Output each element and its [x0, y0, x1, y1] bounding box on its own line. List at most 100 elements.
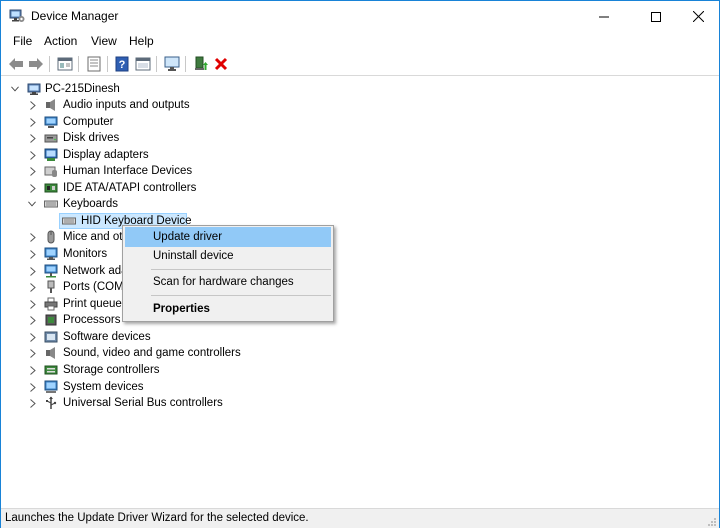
network-adapter-icon — [44, 264, 58, 278]
chevron-right-icon[interactable] — [29, 117, 37, 127]
status-bar: Launches the Update Driver Wizard for th… — [1, 508, 719, 528]
chevron-right-icon[interactable] — [29, 100, 37, 110]
display-adapter-icon — [44, 148, 58, 162]
printer-icon — [44, 297, 58, 311]
menu-separator — [151, 269, 331, 270]
tree-item-label: Human Interface Devices — [63, 165, 193, 177]
tree-item-label: Print queues — [63, 298, 128, 310]
toolbar-separator — [49, 56, 50, 72]
menu-item-properties[interactable]: Properties — [125, 299, 331, 319]
usb-icon — [44, 396, 58, 410]
chevron-right-icon[interactable] — [29, 299, 37, 309]
port-icon — [44, 280, 58, 294]
tree-item-label: Keyboards — [63, 198, 118, 210]
tree-item-label: Sound, video and game controllers — [63, 347, 241, 359]
chevron-right-icon[interactable] — [29, 315, 37, 325]
storage-controller-icon — [44, 363, 58, 377]
close-button[interactable] — [675, 1, 720, 32]
menu-action[interactable]: Action — [42, 34, 79, 48]
tree-item-label: Network ada — [63, 265, 128, 277]
computer-icon — [27, 82, 41, 96]
chevron-down-icon[interactable] — [11, 84, 19, 94]
chevron-right-icon[interactable] — [29, 150, 37, 160]
toolbar-separator — [156, 56, 157, 72]
tree-item-label: Storage controllers — [63, 364, 160, 376]
chevron-right-icon[interactable] — [29, 232, 37, 242]
tree-item-label: Disk drives — [63, 132, 120, 144]
maximize-icon — [651, 11, 661, 22]
toolbar-separator — [107, 56, 108, 72]
tree-item-label: Universal Serial Bus controllers — [63, 397, 223, 409]
status-text: Launches the Update Driver Wizard for th… — [5, 512, 309, 524]
tree-item-label: Computer — [63, 116, 114, 128]
tree-item-label: Processors — [63, 314, 121, 326]
tree-item-label: Software devices — [63, 331, 151, 343]
chevron-right-icon[interactable] — [29, 249, 37, 259]
ide-controller-icon — [44, 181, 58, 195]
software-device-icon — [44, 330, 58, 344]
tree-root-label: PC-215Dinesh — [45, 83, 120, 95]
chevron-right-icon[interactable] — [29, 332, 37, 342]
chevron-down-icon[interactable] — [28, 199, 36, 209]
computer-icon — [44, 115, 58, 129]
maximize-button[interactable] — [633, 1, 679, 32]
monitor-scan-icon[interactable] — [163, 55, 181, 73]
tree-item-label: Mice and ot — [63, 231, 123, 243]
forward-arrow-icon[interactable] — [27, 55, 45, 73]
disk-drive-icon — [44, 131, 58, 145]
action-view-icon[interactable] — [134, 55, 152, 73]
svg-text:?: ? — [119, 59, 126, 71]
back-arrow-icon[interactable] — [7, 55, 25, 73]
chevron-right-icon[interactable] — [29, 133, 37, 143]
tree-item-label: Audio inputs and outputs — [63, 99, 190, 111]
chevron-right-icon[interactable] — [29, 266, 37, 276]
chevron-right-icon[interactable] — [29, 166, 37, 176]
close-icon — [692, 11, 704, 22]
menu-separator — [151, 295, 331, 296]
menu-bar: File Action View Help — [1, 32, 719, 52]
toolbar-separator — [185, 56, 186, 72]
window-title: Device Manager — [31, 9, 119, 23]
menu-item-scan-hardware[interactable]: Scan for hardware changes — [125, 272, 331, 292]
speaker-icon — [44, 98, 58, 112]
chevron-right-icon[interactable] — [29, 382, 37, 392]
toolbar-separator — [78, 56, 79, 72]
tree-item-label: Monitors — [63, 248, 108, 260]
device-tree: PC-215Dinesh Audio inputs and outputs Co… — [2, 77, 718, 505]
chevron-right-icon[interactable] — [29, 398, 37, 408]
tree-item-label: Ports (COM — [63, 281, 124, 293]
chevron-right-icon[interactable] — [29, 348, 37, 358]
keyboard-icon — [62, 214, 76, 228]
processor-icon — [44, 313, 58, 327]
chevron-right-icon[interactable] — [29, 282, 37, 292]
menu-item-uninstall-device[interactable]: Uninstall device — [125, 246, 331, 266]
mouse-icon — [44, 230, 58, 244]
context-menu: Update driver Uninstall device Scan for … — [122, 225, 334, 322]
menu-file[interactable]: File — [11, 34, 34, 48]
enable-device-icon[interactable] — [192, 55, 210, 73]
monitor-icon — [44, 247, 58, 261]
device-manager-window: Device Manager File Action View Help ? P… — [0, 0, 720, 528]
tree-item-label: Display adapters — [63, 149, 149, 161]
system-device-icon — [44, 380, 58, 394]
title-bar[interactable]: Device Manager — [1, 1, 719, 32]
menu-help[interactable]: Help — [127, 34, 156, 48]
minimize-button[interactable] — [581, 1, 627, 32]
tree-item-label: IDE ATA/ATAPI controllers — [63, 182, 197, 194]
menu-item-update-driver[interactable]: Update driver — [125, 227, 331, 247]
uninstall-x-icon[interactable] — [212, 55, 230, 73]
toolbar: ? — [1, 52, 719, 76]
help-icon[interactable]: ? — [113, 55, 131, 73]
device-manager-icon — [9, 9, 25, 23]
resize-grip-icon[interactable] — [707, 516, 717, 526]
hid-icon — [44, 164, 58, 178]
properties-icon[interactable] — [56, 55, 74, 73]
show-hide-icon[interactable] — [85, 55, 103, 73]
tree-item-label: System devices — [63, 381, 144, 393]
chevron-right-icon[interactable] — [29, 365, 37, 375]
speaker-icon — [44, 346, 58, 360]
minimize-icon — [599, 16, 609, 17]
chevron-right-icon[interactable] — [29, 183, 37, 193]
keyboard-icon — [44, 197, 58, 211]
menu-view[interactable]: View — [89, 34, 119, 48]
